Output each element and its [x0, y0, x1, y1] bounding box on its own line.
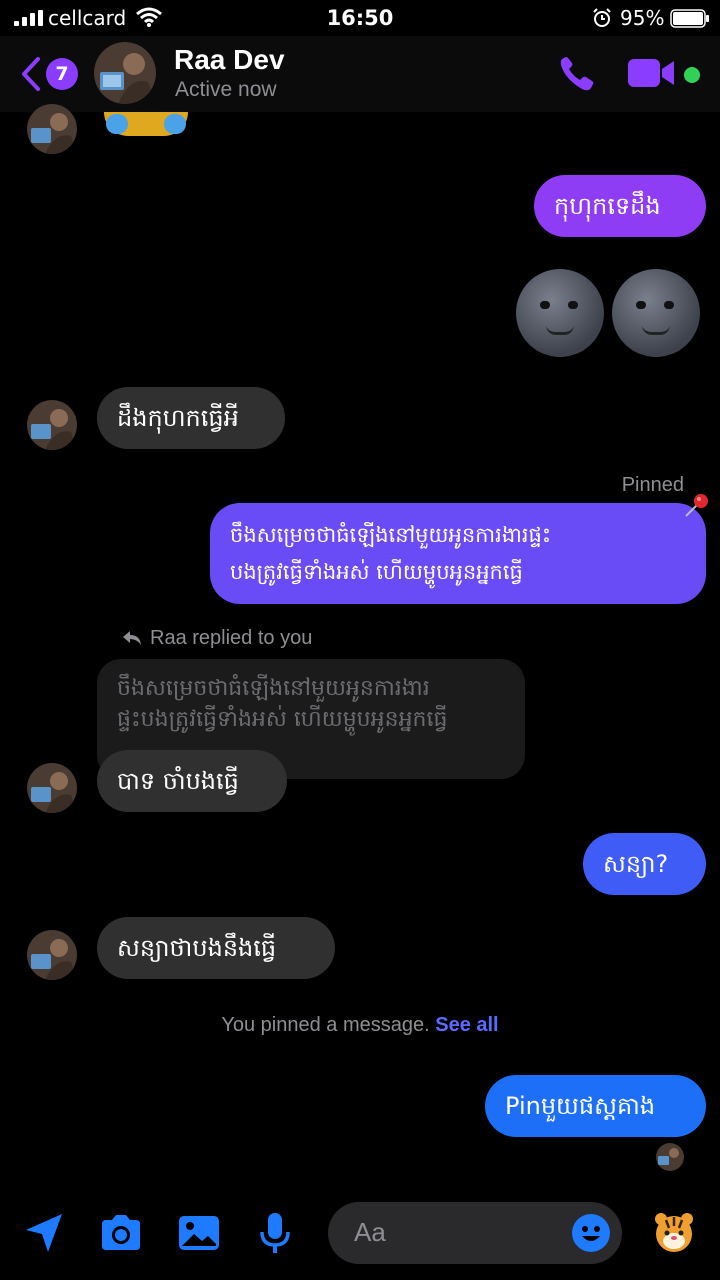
- message-text: បាទ ចាំបងធ្វើ: [117, 767, 239, 795]
- emoji-icon[interactable]: [572, 1214, 610, 1252]
- emoji-sticker: [104, 112, 188, 136]
- message-input[interactable]: Aa: [328, 1202, 622, 1264]
- pinned-label: Pinned: [621, 474, 684, 496]
- message-text-line: ចឹងសម្រេចថាធំឡើងនៅមួយអូនការងារផ្ទះ: [230, 523, 552, 547]
- contact-avatar-small[interactable]: [27, 763, 77, 813]
- message-text: សន្យាថាបងនឹងធ្វើ: [117, 934, 277, 962]
- message-text: កុហុកទេដឹង: [554, 192, 661, 220]
- microphone-icon[interactable]: [252, 1210, 298, 1256]
- reply-label: Raa replied to you: [122, 627, 312, 650]
- pinned-system-note: You pinned a message. See all: [0, 1014, 720, 1037]
- incoming-message[interactable]: បាទ ចាំបងធ្វើ: [97, 750, 287, 812]
- battery-icon: [670, 9, 709, 28]
- read-receipt-avatar: [656, 1143, 684, 1171]
- clock: 16:50: [326, 6, 394, 30]
- back-button[interactable]: 7: [20, 56, 80, 92]
- composer-bar: Aa: [0, 1196, 720, 1280]
- see-all-link[interactable]: See all: [435, 1014, 498, 1036]
- online-indicator: [684, 67, 700, 83]
- contact-avatar[interactable]: [94, 42, 156, 104]
- battery-percent: 95%: [620, 6, 665, 30]
- contact-avatar-small[interactable]: [27, 930, 77, 980]
- outgoing-message[interactable]: Pinមួយផស្តគាង: [485, 1075, 706, 1137]
- chat-header: 7 Raa Dev Active now: [0, 36, 720, 112]
- incoming-message[interactable]: ដឹងកុហកធ្វើអី: [97, 387, 285, 449]
- system-note-text: You pinned a message.: [221, 1014, 430, 1036]
- status-bar: cellcard 16:50 95%: [0, 0, 720, 36]
- alarm-icon: [593, 8, 611, 27]
- unread-count-badge: 7: [46, 58, 78, 90]
- outgoing-message-pinned[interactable]: ចឹងសម្រេចថាធំឡើងនៅមួយអូនការងារផ្ទះ បងត្រ…: [210, 503, 706, 604]
- message-text: សន្យា?: [603, 850, 669, 878]
- message-text: ដឹងកុហកធ្វើអី: [117, 404, 239, 432]
- contact-name[interactable]: Raa Dev: [174, 44, 285, 76]
- quoted-text-line: ចឹងសម្រេចថាធំឡើងនៅមួយអូនការងារ: [117, 676, 430, 701]
- reply-arrow-icon: [123, 631, 141, 645]
- message-text-line: បងត្រូវធ្វើទាំងអស់ ហើយម្ហូបអូនអ្នកធ្វើ: [230, 560, 523, 584]
- outgoing-message[interactable]: កុហុកទេដឹង: [534, 175, 706, 237]
- moon-emoji[interactable]: [516, 269, 604, 357]
- quoted-text-line: ផ្ទះបងត្រូវធ្វើទាំងអស់ ហើយម្ហូបអូនអ្នកធ្…: [117, 707, 448, 732]
- back-chevron-icon: [22, 57, 40, 91]
- tiger-sticker-icon[interactable]: [652, 1210, 696, 1254]
- moon-emoji[interactable]: [612, 269, 700, 357]
- gallery-icon[interactable]: [176, 1210, 222, 1256]
- incoming-message[interactable]: សន្យាថាបងនឹងធ្វើ: [97, 917, 335, 979]
- contact-status: Active now: [175, 78, 277, 101]
- phone-icon[interactable]: [556, 54, 598, 94]
- contact-avatar-small[interactable]: [27, 104, 77, 154]
- camera-icon[interactable]: [98, 1210, 144, 1256]
- message-text: Pinមួយផស្តគាង: [505, 1092, 656, 1120]
- send-location-icon[interactable]: [22, 1210, 68, 1256]
- outgoing-message[interactable]: សន្យា?: [583, 833, 706, 895]
- pin-icon: [685, 494, 708, 517]
- contact-avatar-small[interactable]: [27, 400, 77, 450]
- video-camera-icon[interactable]: [628, 56, 676, 90]
- message-input-placeholder: Aa: [354, 1217, 386, 1247]
